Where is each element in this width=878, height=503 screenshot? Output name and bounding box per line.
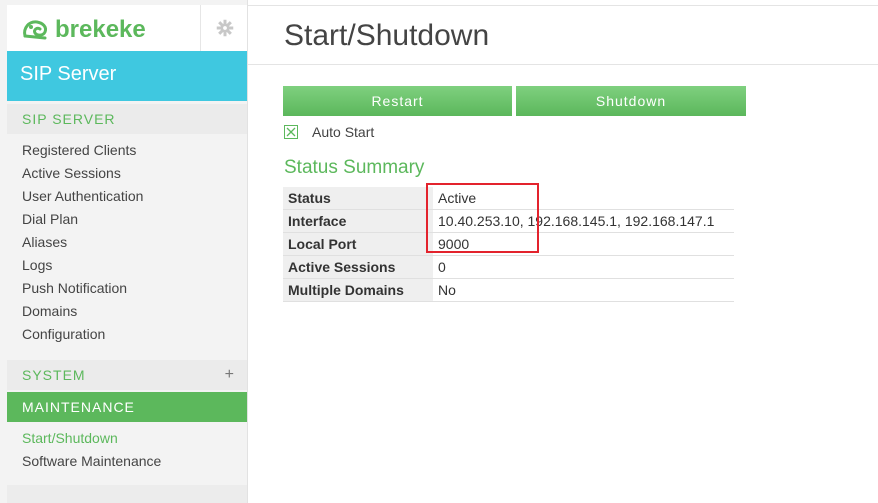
table-row: Active Sessions 0 [283, 255, 734, 279]
sidebar-item-push-notification[interactable]: Push Notification [22, 277, 143, 300]
sidebar: brekeke SIP Server SIP SERVER Registered… [0, 0, 248, 503]
status-key: Active Sessions [283, 255, 433, 279]
product-bar: SIP Server [7, 51, 247, 101]
status-value: 0 [433, 255, 734, 279]
shutdown-button[interactable]: Shutdown [516, 86, 746, 116]
sidebar-footer [7, 485, 247, 503]
restart-button[interactable]: Restart [283, 86, 512, 116]
sidebar-item-active-sessions[interactable]: Active Sessions [22, 162, 143, 185]
status-value: Active [433, 187, 734, 210]
table-row: Interface 10.40.253.10, 192.168.145.1, 1… [283, 209, 734, 233]
table-row: Multiple Domains No [283, 278, 734, 302]
brand-logo[interactable]: brekeke [21, 17, 146, 43]
page-title: Start/Shutdown [284, 19, 490, 52]
settings-button[interactable] [200, 5, 248, 51]
sidebar-item-aliases[interactable]: Aliases [22, 231, 143, 254]
status-key: Status [283, 187, 433, 210]
status-key: Interface [283, 209, 433, 233]
product-name: SIP Server [20, 63, 117, 85]
sidebar-item-domains[interactable]: Domains [22, 300, 143, 323]
gear-icon [216, 19, 233, 37]
checkbox-x-icon [286, 127, 296, 137]
status-summary-table: Status Active Interface 10.40.253.10, 19… [283, 187, 734, 302]
auto-start-toggle[interactable]: Auto Start [284, 122, 374, 142]
sidebar-item-dial-plan[interactable]: Dial Plan [22, 208, 143, 231]
brand-name: brekeke [55, 16, 146, 43]
section-sip-server[interactable]: SIP SERVER [7, 104, 247, 134]
section-sip-server-label: SIP SERVER [22, 111, 116, 127]
status-value: 10.40.253.10, 192.168.145.1, 192.168.147… [433, 209, 734, 233]
section-system[interactable]: SYSTEM + [7, 360, 247, 390]
auto-start-checkbox[interactable] [284, 125, 298, 139]
sidebar-item-start-shutdown[interactable]: Start/Shutdown [22, 427, 161, 450]
sidebar-item-logs[interactable]: Logs [22, 254, 143, 277]
status-key: Multiple Domains [283, 278, 433, 302]
status-value: 9000 [433, 232, 734, 256]
table-row: Local Port 9000 [283, 232, 734, 256]
main-top-divider [248, 5, 878, 6]
auto-start-label: Auto Start [312, 124, 375, 140]
status-value: No [433, 278, 734, 302]
section-system-label: SYSTEM [22, 367, 86, 383]
sip-nav-list: Registered Clients Active Sessions User … [22, 139, 143, 346]
status-key: Local Port [283, 232, 433, 256]
sidebar-item-user-authentication[interactable]: User Authentication [22, 185, 143, 208]
table-row: Status Active [283, 187, 734, 210]
sidebar-item-software-maintenance[interactable]: Software Maintenance [22, 450, 161, 473]
logo-bar: brekeke [7, 5, 247, 51]
status-summary-heading: Status Summary [284, 157, 425, 178]
section-maintenance-label: MAINTENANCE [22, 399, 135, 415]
frog-logo-icon [23, 20, 47, 40]
section-maintenance[interactable]: MAINTENANCE [7, 392, 247, 422]
maintenance-nav-list: Start/Shutdown Software Maintenance [22, 427, 161, 473]
sidebar-item-registered-clients[interactable]: Registered Clients [22, 139, 143, 162]
expand-plus-icon[interactable]: + [225, 360, 235, 390]
sidebar-item-configuration[interactable]: Configuration [22, 323, 143, 346]
title-divider [248, 64, 878, 65]
